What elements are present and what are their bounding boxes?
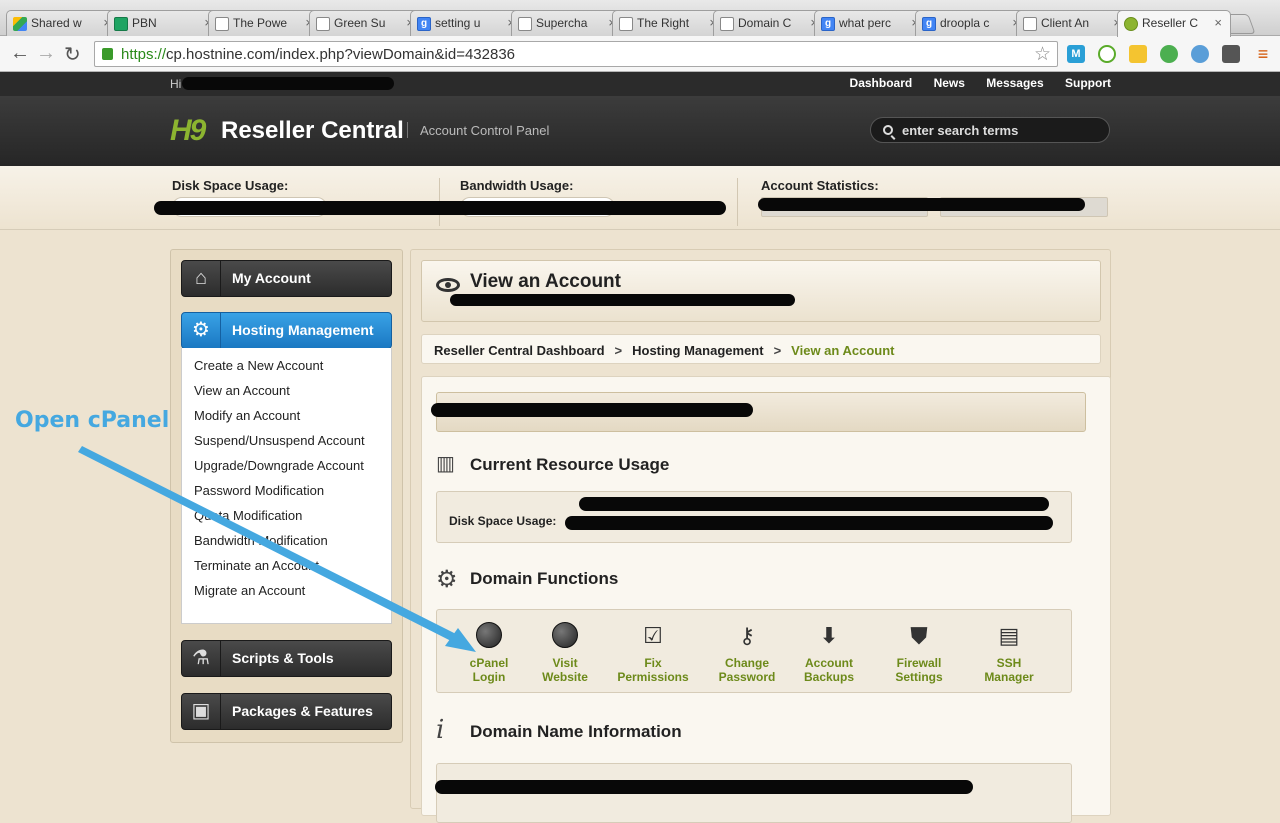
browser-tab-active[interactable]: Reseller C × xyxy=(1117,10,1231,37)
close-icon[interactable]: × xyxy=(1214,15,1222,30)
annotation-arrow xyxy=(78,446,476,652)
cpanel-icon xyxy=(1124,17,1138,31)
